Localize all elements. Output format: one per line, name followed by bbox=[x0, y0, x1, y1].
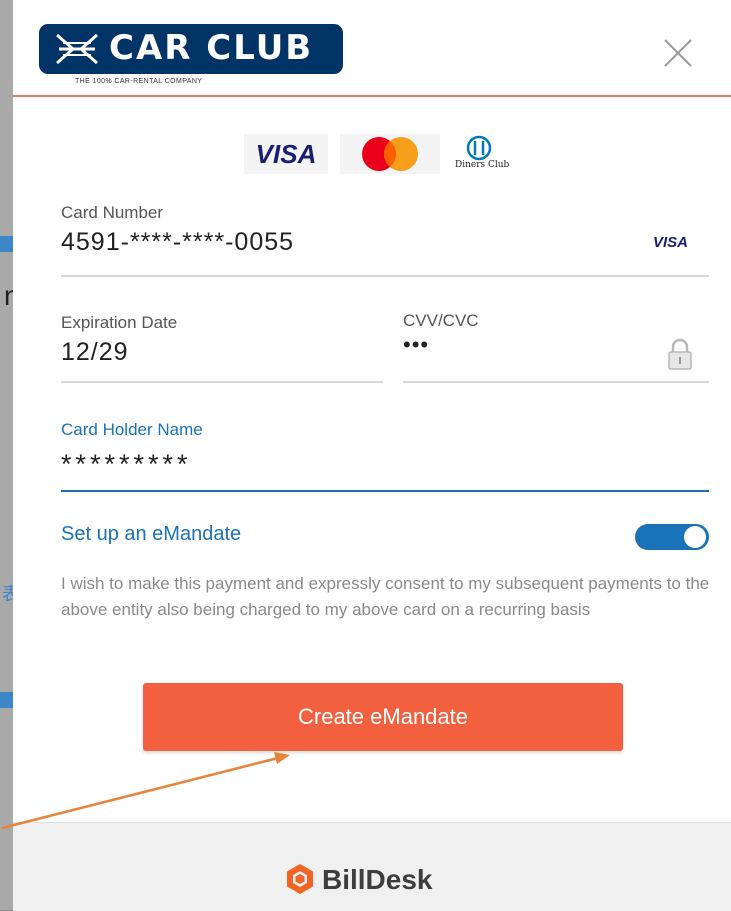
billdesk-footer: BillDesk bbox=[13, 822, 731, 911]
accepted-card-brands: VISA Diners Club bbox=[13, 130, 731, 180]
card-holder-underline bbox=[61, 490, 709, 492]
emandate-label: Set up an eMandate bbox=[61, 523, 242, 545]
modal-header: CAR CLUB THE 100% CAR-RENTAL COMPANY bbox=[13, 0, 731, 97]
billdesk-brand-text: BillDesk bbox=[322, 864, 433, 895]
expiration-date-label: Expiration Date bbox=[61, 313, 178, 332]
payment-modal: CAR CLUB THE 100% CAR-RENTAL COMPANY VIS… bbox=[13, 0, 731, 911]
lock-icon bbox=[668, 338, 692, 370]
card-holder-label: Card Holder Name bbox=[61, 420, 203, 439]
logo-text: CAR CLUB bbox=[109, 28, 314, 68]
close-icon[interactable] bbox=[661, 36, 695, 70]
visa-logo: VISA bbox=[244, 134, 328, 174]
diners-club-icon bbox=[466, 135, 492, 161]
create-emandate-button[interactable]: Create eMandate bbox=[143, 683, 623, 751]
toggle-knob bbox=[684, 526, 706, 548]
car-club-logo: CAR CLUB bbox=[39, 24, 343, 74]
card-number-input[interactable]: 4591-****-****-0055 bbox=[61, 228, 294, 257]
diners-club-logo: Diners Club bbox=[443, 134, 533, 174]
expiration-underline bbox=[61, 381, 383, 383]
cvv-underline bbox=[403, 381, 709, 383]
cvv-label: CVV/CVC bbox=[403, 311, 479, 330]
card-number-underline bbox=[61, 275, 709, 277]
emandate-toggle[interactable] bbox=[635, 524, 709, 550]
card-holder-input[interactable]: ********* bbox=[61, 449, 192, 480]
expiration-date-input[interactable]: 12/29 bbox=[61, 338, 129, 367]
card-number-label: Card Number bbox=[61, 203, 164, 222]
consent-text: I wish to make this payment and expressl… bbox=[61, 574, 710, 619]
card-brand-badge: VISA bbox=[653, 234, 689, 251]
car-club-emblem-icon bbox=[56, 33, 98, 65]
cvv-input[interactable]: ••• bbox=[403, 332, 429, 358]
billdesk-logo-icon bbox=[287, 864, 313, 894]
logo-tagline: THE 100% CAR-RENTAL COMPANY bbox=[75, 78, 203, 85]
diners-club-text: Diners Club bbox=[455, 160, 510, 170]
mastercard-logo-icon bbox=[340, 134, 440, 174]
